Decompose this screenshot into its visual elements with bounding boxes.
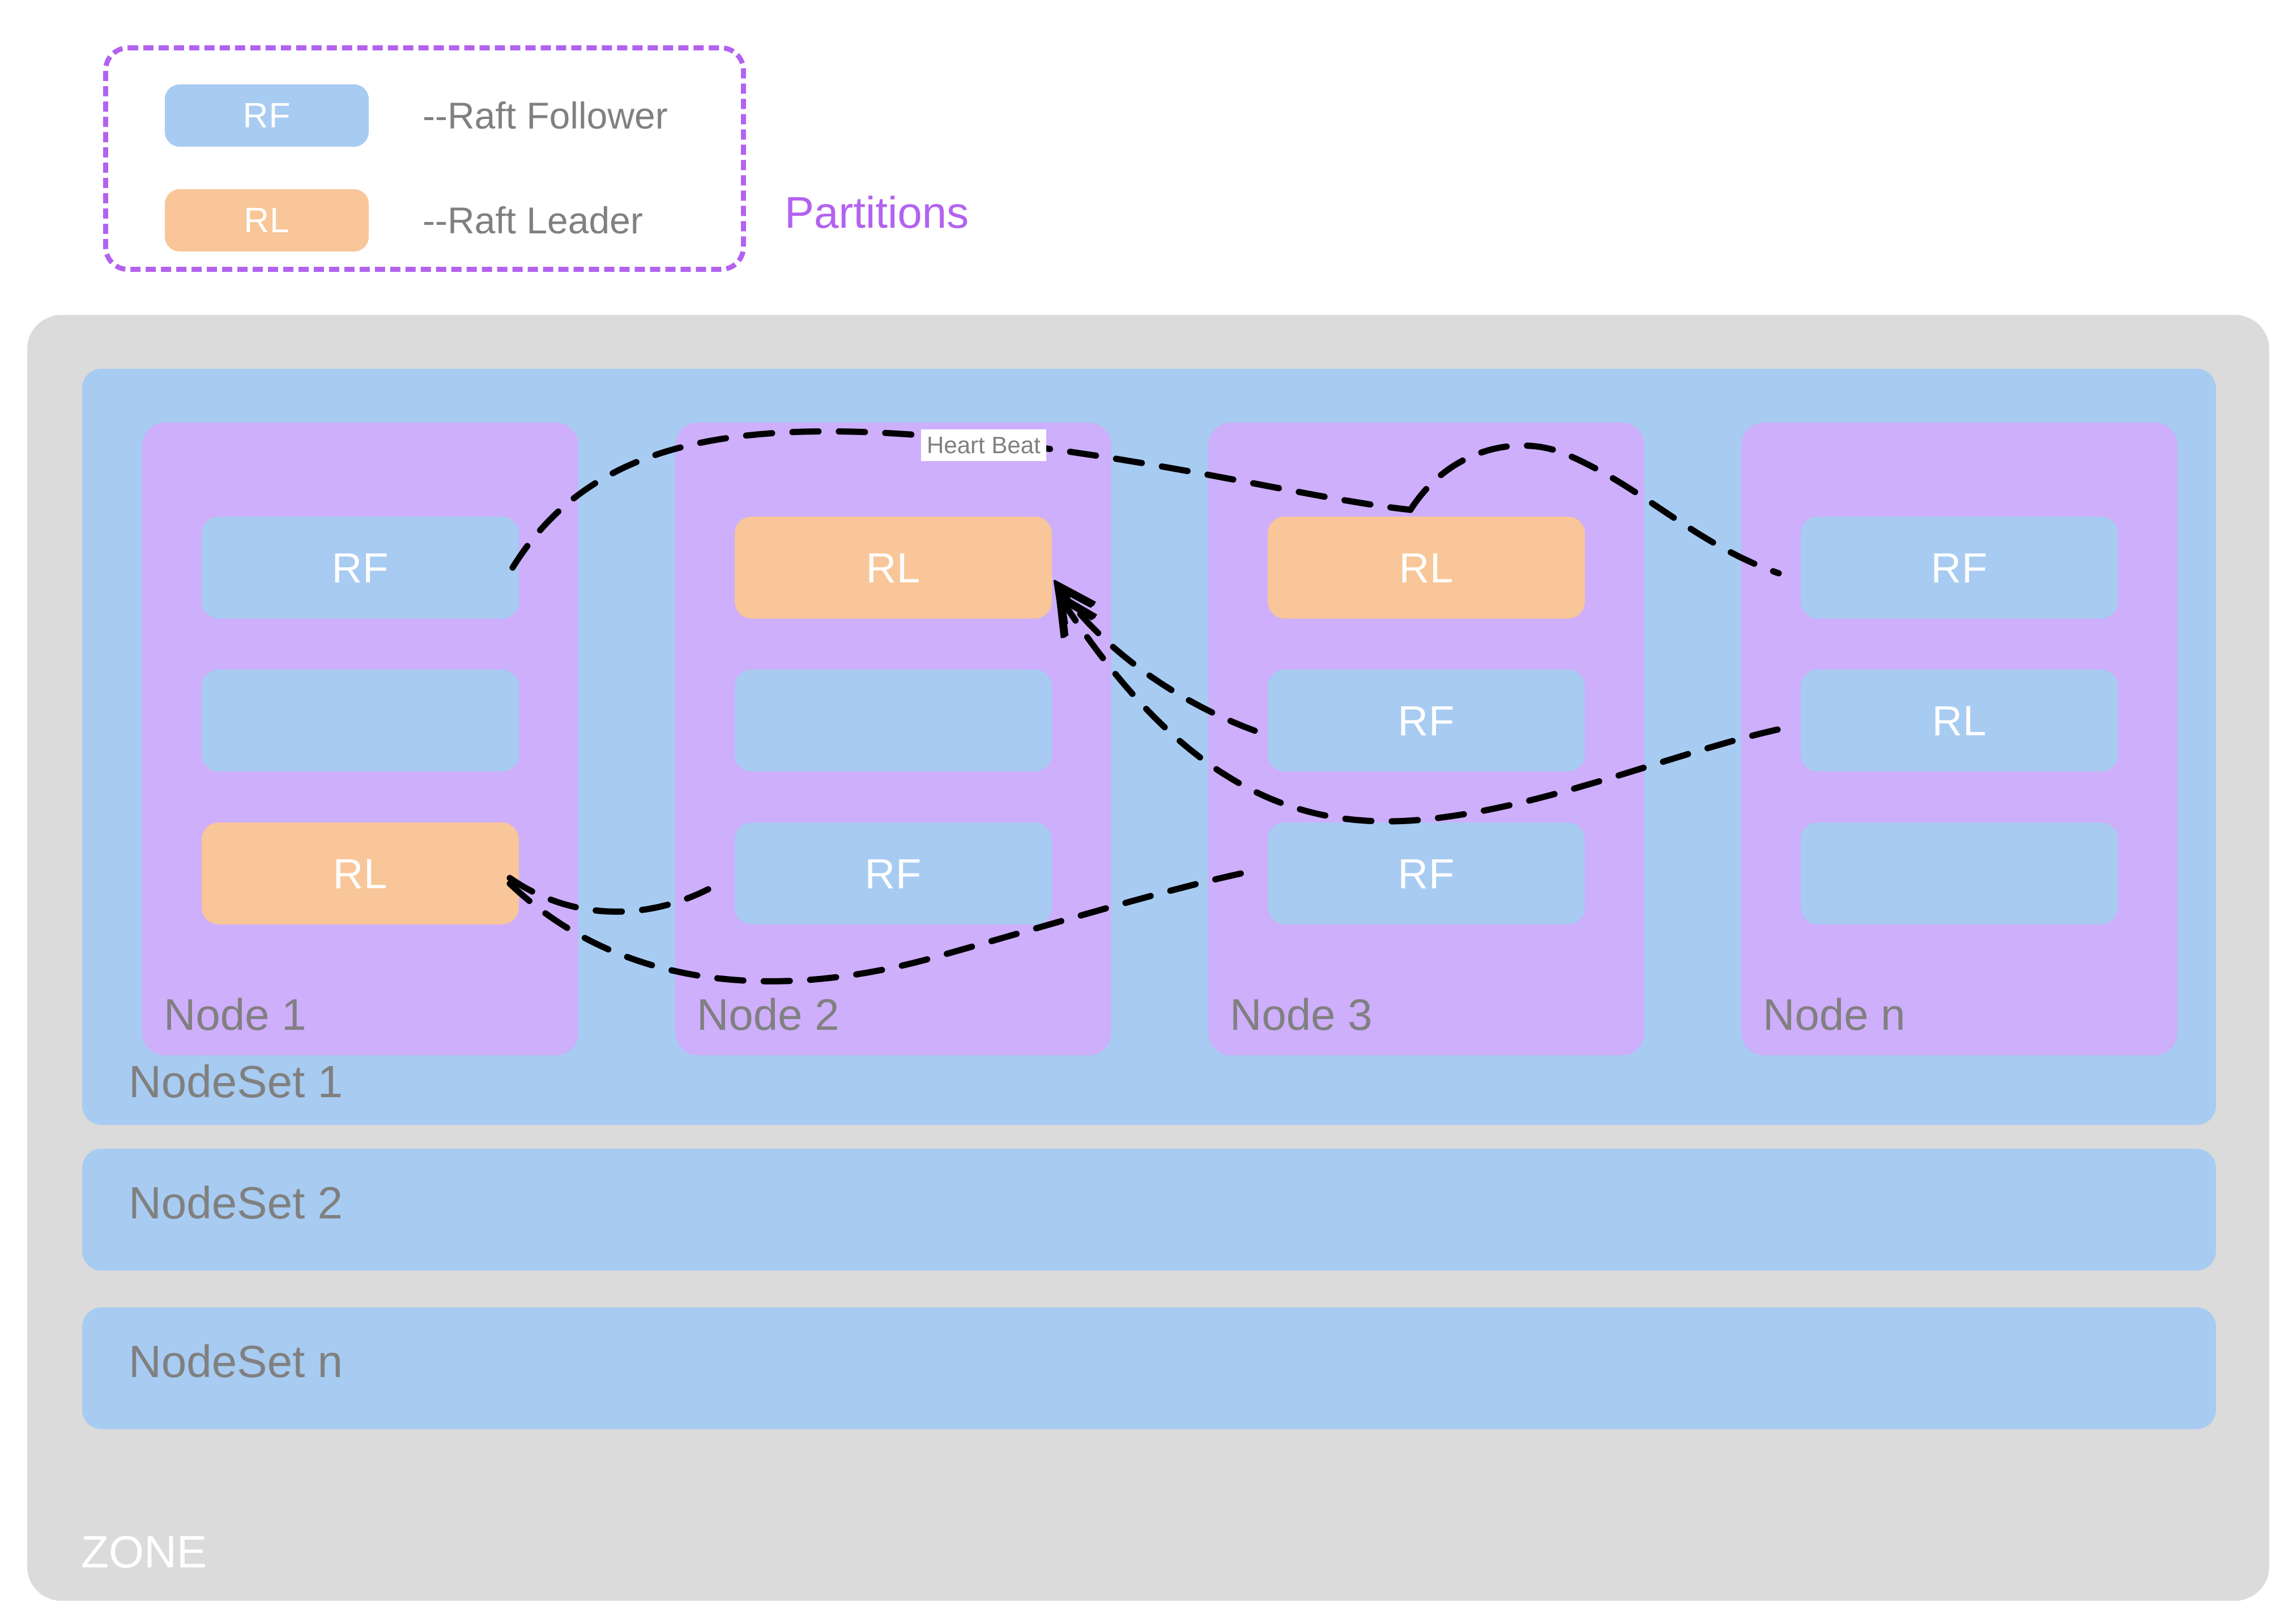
node-3: RL RF RF Node 3 <box>1208 423 1644 1055</box>
nodeset-label: NodeSet n <box>129 1336 343 1387</box>
partition-slot: RL <box>735 517 1052 619</box>
nodeset-2: NodeSet 2 <box>82 1149 2216 1271</box>
nodeset-label: NodeSet 1 <box>129 1056 343 1107</box>
legend-chip-rl: RL <box>165 189 369 252</box>
node-n: RF RL Node n <box>1741 423 2177 1055</box>
partition-slot <box>1801 822 2118 924</box>
partition-slot <box>735 670 1052 771</box>
partition-slot: RL <box>202 822 519 924</box>
partition-slot: RF <box>202 517 519 619</box>
legend-item-raft-follower: RF --Raft Follower <box>165 84 668 147</box>
legend-label-rf: --Raft Follower <box>423 95 668 137</box>
node-label: Node 1 <box>164 990 306 1039</box>
legend-chip-rf: RF <box>165 84 369 147</box>
nodeset-label: NodeSet 2 <box>129 1178 343 1228</box>
node-label: Node 2 <box>697 990 839 1039</box>
partition-slot: RL <box>1268 517 1585 619</box>
partition-slot: RL <box>1801 670 2118 771</box>
zone-container: RF RL Node 1 RL RF Node 2 RL RF RF Node … <box>27 315 2269 1601</box>
node-1: RF RL Node 1 <box>142 423 578 1055</box>
legend-panel: RF --Raft Follower RL --Raft Leader <box>103 45 746 272</box>
node-label: Node n <box>1763 990 1906 1039</box>
partition-slot: RF <box>1268 822 1585 924</box>
partition-slot: RF <box>1801 517 2118 619</box>
partition-slot: RF <box>1268 670 1585 771</box>
nodeset-1: RF RL Node 1 RL RF Node 2 RL RF RF Node … <box>82 369 2216 1125</box>
heartbeat-label: Heart Beat <box>921 429 1046 461</box>
zone-label: ZONE <box>81 1527 207 1577</box>
partition-slot <box>202 670 519 771</box>
partition-slot: RF <box>735 822 1052 924</box>
node-2: RL RF Node 2 <box>675 423 1111 1055</box>
legend-item-raft-leader: RL --Raft Leader <box>165 189 643 252</box>
nodeset-n: NodeSet n <box>82 1307 2216 1429</box>
partitions-title: Partitions <box>785 187 969 237</box>
legend-label-rl: --Raft Leader <box>423 199 643 241</box>
node-label: Node 3 <box>1230 990 1373 1039</box>
